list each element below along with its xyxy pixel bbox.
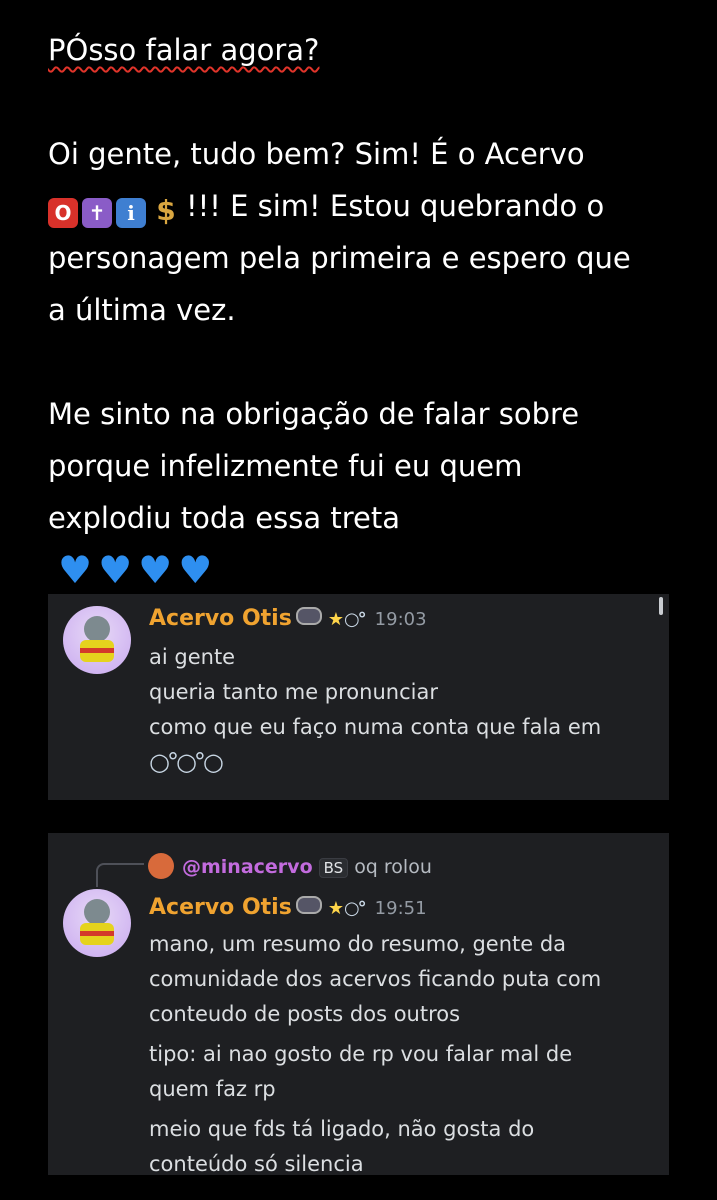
diving-mask-icon [295, 896, 322, 914]
message-line: quem faz rp [149, 1077, 276, 1101]
reply-connector [96, 863, 144, 887]
post-line-4: personagem pela primeira e espero que [48, 241, 631, 275]
message-line: queria tanto me pronunciar [149, 680, 438, 704]
star-icon: ★ [327, 609, 344, 630]
post-line-2: Oi gente, tudo bem? Sim! É o Acervo [48, 137, 585, 171]
username-text[interactable]: Acervo Otis [149, 606, 292, 631]
post-line-1: PÓsso falar agora? [48, 33, 320, 67]
information-emoji-icon: i [116, 198, 146, 228]
message-content: mano, um resumo do resumo, gente da comu… [149, 927, 654, 1182]
diving-mask-icon [295, 607, 322, 625]
blue-heart-icon: ♥ [178, 548, 213, 592]
message-line: como que eu faço numa conta que fala em [149, 715, 602, 739]
post-line-3: !!! E sim! Estou quebrando o [186, 189, 605, 223]
latin-cross-emoji-icon: ✝ [82, 198, 112, 228]
message-line: conteudo de posts dos outros [149, 1002, 461, 1026]
post-line-5: a última vez. [48, 293, 236, 327]
message-line: comunidade dos acervos ficando puta com [149, 967, 602, 991]
bubbles-icon: ○° [343, 898, 367, 919]
message-line: conteúdo só silencia [149, 1152, 364, 1176]
post-line-8: explodiu toda essa treta [48, 501, 400, 535]
message-timestamp: 19:51 [374, 898, 427, 919]
blue-heart-icon: ♥ [58, 548, 93, 592]
scrollbar[interactable] [659, 597, 663, 615]
chat-message-card: Acervo Otis ★○° 19:03 ai gente queria tant… [48, 594, 669, 800]
reply-mention[interactable]: @minacervo [182, 856, 313, 878]
reply-avatar [148, 853, 174, 879]
message-content: ai gente queria tanto me pronunciar como… [149, 640, 654, 780]
avatar[interactable] [63, 889, 131, 957]
bubbles-emoji-row: ○°○°○ [149, 748, 224, 776]
message-line: tipo: ai nao gosto de rp vou falar mal d… [149, 1042, 573, 1066]
hearts-row: ♥ ♥ ♥ ♥ [48, 544, 688, 597]
avatar[interactable] [63, 606, 131, 674]
o-button-emoji-icon: O [48, 198, 78, 228]
message-line: mano, um resumo do resumo, gente da [149, 932, 567, 956]
blue-heart-icon: ♥ [98, 548, 133, 592]
message-author[interactable]: Acervo Otis ★○° 19:03 [149, 606, 427, 631]
reply-text: oq rolou [354, 856, 432, 878]
message-timestamp: 19:03 [374, 609, 427, 630]
message-author[interactable]: Acervo Otis ★○° 19:51 [149, 895, 427, 920]
reply-preview[interactable]: @minacervo BS oq rolou [148, 853, 432, 879]
star-icon: ★ [327, 898, 344, 919]
blue-heart-icon: ♥ [138, 548, 173, 592]
post-line-6: Me sinto na obrigação de falar sobre [48, 397, 580, 431]
message-line: meio que fds tá ligado, não gosta do [149, 1117, 535, 1141]
chat-message-card: @minacervo BS oq rolou Acervo Otis ★○° 19:51… [48, 833, 669, 1176]
bubbles-icon: ○° [343, 609, 367, 630]
username-text[interactable]: Acervo Otis [149, 895, 292, 920]
money-bag-emoji-icon: $ [156, 194, 176, 227]
message-line: ai gente [149, 645, 236, 669]
post-line-7: porque infelizmente fui eu quem [48, 449, 523, 483]
post-text: PÓsso falar agora? Oi gente, tudo bem? S… [48, 24, 688, 597]
server-tag-badge: BS [318, 858, 349, 878]
